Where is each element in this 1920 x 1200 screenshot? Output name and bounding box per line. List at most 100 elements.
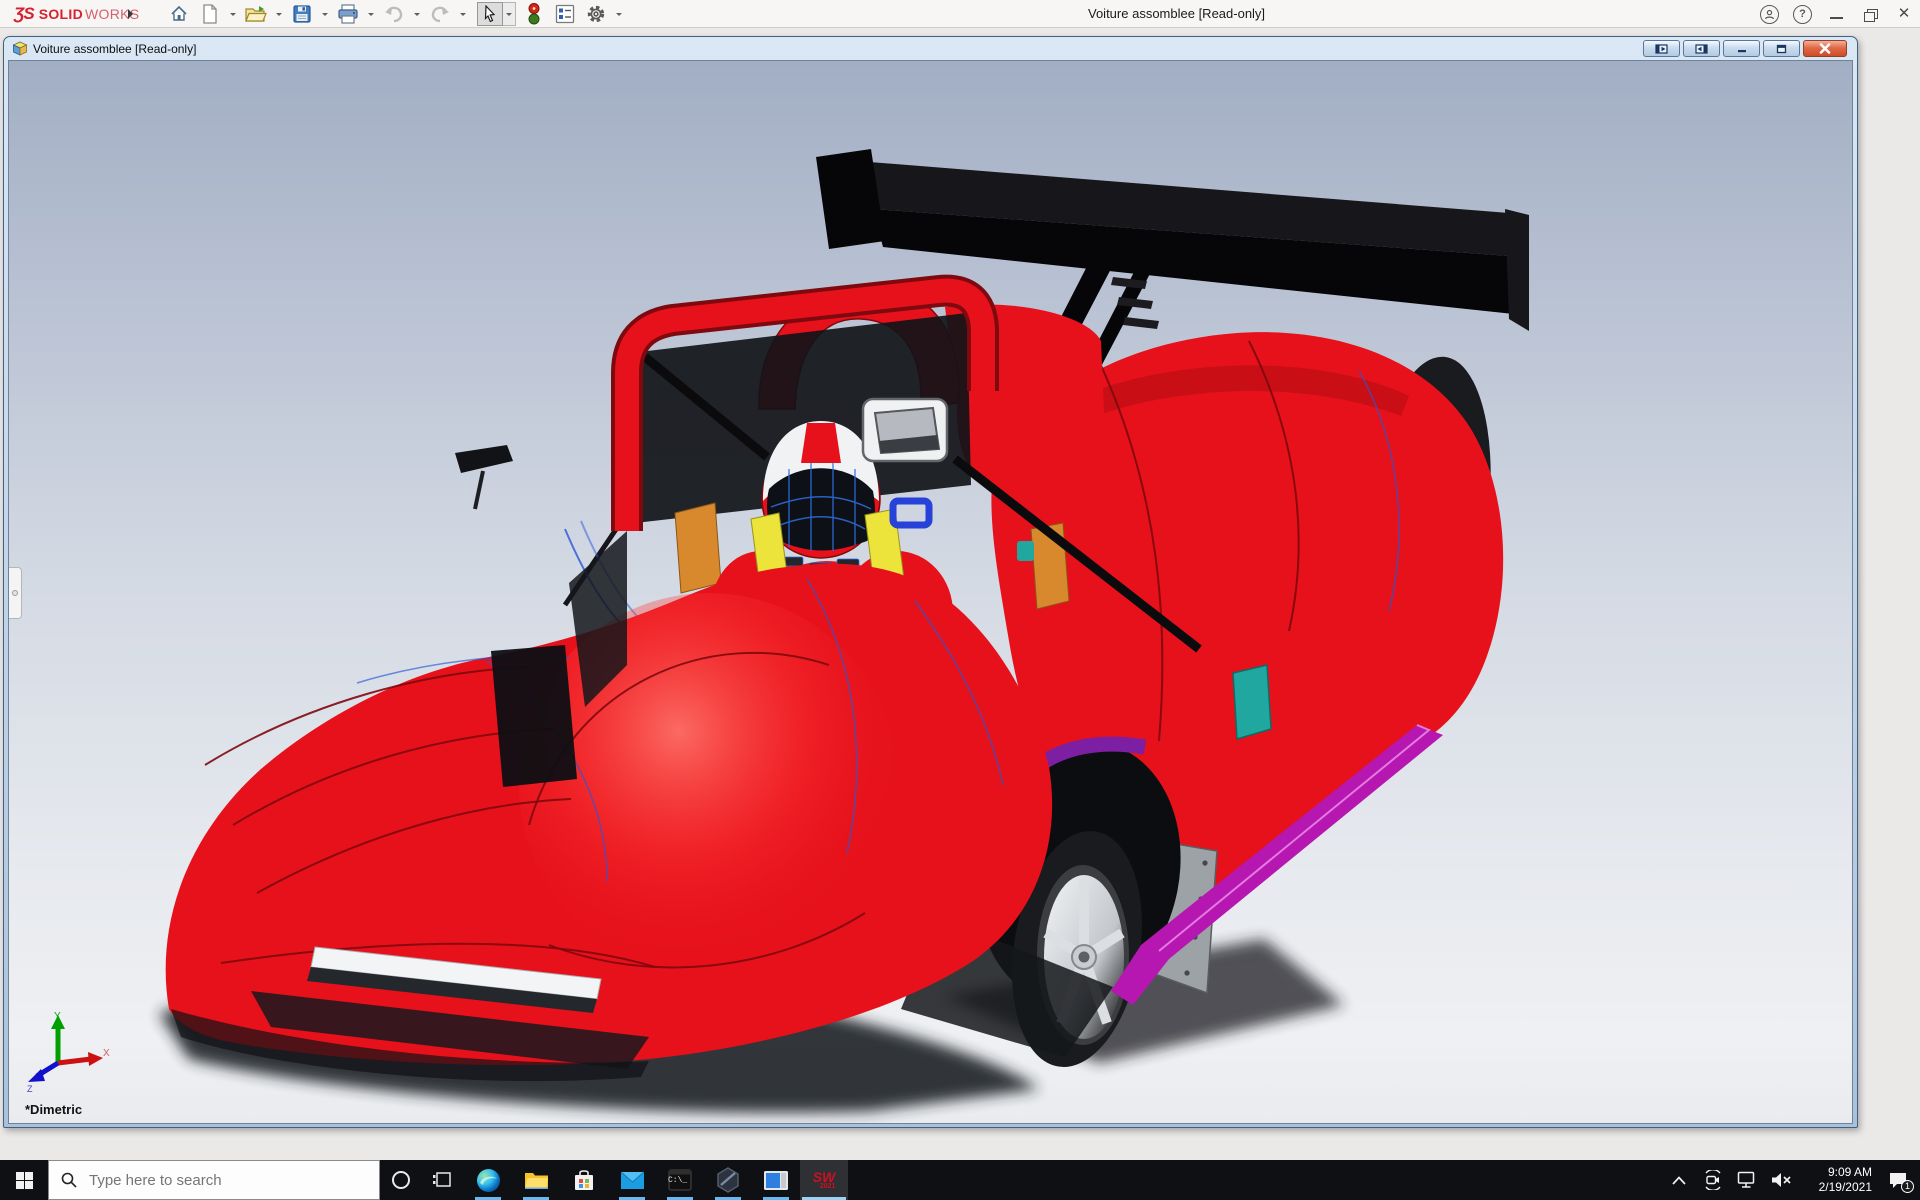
task-view-icon (433, 1171, 453, 1189)
rear-window-teal-panel (1233, 665, 1271, 739)
undo-button[interactable] (381, 2, 407, 26)
document-title-bar[interactable]: Voiture assomblee [Read-only] (4, 37, 1857, 60)
help-icon[interactable]: ? (1793, 5, 1812, 24)
status-lights-icon (528, 3, 540, 25)
taskbar-app-edge[interactable] (464, 1160, 512, 1200)
hidden-icons-chevron[interactable] (1662, 1160, 1696, 1200)
mail-icon (620, 1171, 645, 1190)
app-restore-button[interactable] (1860, 2, 1880, 26)
settings-gear-icon (586, 4, 606, 24)
new-document-button[interactable] (197, 2, 223, 26)
open-button[interactable] (243, 2, 269, 26)
graphics-viewport[interactable]: Y X Z *Dimetric (8, 60, 1853, 1124)
properties-list-button[interactable] (552, 2, 578, 26)
redo-icon (429, 5, 451, 23)
new-document-dropdown[interactable] (228, 2, 238, 26)
triad-z-label: Z (27, 1084, 33, 1093)
settings-button[interactable] (583, 2, 609, 26)
app-close-button[interactable]: ✕ (1894, 2, 1914, 26)
network-button[interactable] (1730, 1160, 1764, 1200)
account-icon[interactable] (1760, 5, 1779, 24)
app-window-controls: ? ✕ (1760, 0, 1914, 28)
redo-dropdown[interactable] (458, 2, 468, 26)
file-explorer-icon (524, 1170, 549, 1191)
triad-x-label: X (103, 1048, 110, 1059)
volume-muted-icon (1770, 1171, 1792, 1189)
view-orientation-label: *Dimetric (25, 1102, 82, 1117)
menu-flyout-arrow-icon[interactable] (128, 9, 138, 19)
select-cursor-icon (482, 5, 498, 23)
save-dropdown[interactable] (320, 2, 330, 26)
rear-view-mirror[interactable] (863, 399, 947, 461)
car-assembly-model[interactable] (9, 61, 1852, 1123)
feature-manager-collapsed-tab[interactable] (9, 567, 22, 619)
doc-restore-icon (1776, 44, 1787, 54)
teal-vent (1017, 541, 1034, 561)
system-tray: 9:09 AM 2/19/2021 1 (1662, 1160, 1920, 1200)
taskbar-app-command-prompt[interactable]: C:\_ (656, 1160, 704, 1200)
taskbar-app-file-explorer[interactable] (512, 1160, 560, 1200)
volume-button[interactable] (1764, 1160, 1798, 1200)
undo-icon (383, 5, 405, 23)
meet-now-camera-icon (1703, 1170, 1723, 1190)
print-dropdown[interactable] (366, 2, 376, 26)
mdi-client-area: Voiture assomblee [Read-only] (0, 28, 1920, 1160)
print-button[interactable] (335, 2, 361, 26)
dock-right-icon (1695, 44, 1708, 54)
select-tool-dropdown[interactable] (503, 2, 516, 26)
harness-buckle (893, 501, 929, 525)
solidworks-taskbar-icon: SW (813, 1171, 836, 1183)
side-mirror-winglet (455, 445, 513, 473)
assembly-document-icon (12, 41, 28, 56)
taskbar-app-solidworks[interactable]: SW 2021 (800, 1160, 848, 1200)
undo-dropdown[interactable] (412, 2, 422, 26)
clock-date: 2/19/2021 (1804, 1180, 1872, 1195)
doc-restore-button[interactable] (1763, 40, 1800, 57)
solidworks-logo: ƷS SOLIDWORKS (14, 0, 139, 28)
taskbar-clock[interactable]: 9:09 AM 2/19/2021 (1798, 1164, 1876, 1196)
select-tool-group (477, 2, 516, 26)
select-tool-button[interactable] (477, 2, 503, 26)
person-glyph (1764, 9, 1775, 20)
app-title: Voiture assomblee [Read-only] (1088, 0, 1265, 28)
network-ethernet-icon (1737, 1171, 1757, 1189)
save-button[interactable] (289, 2, 315, 26)
doc-minimize-button[interactable] (1723, 40, 1760, 57)
dock-pane-left-button[interactable] (1643, 40, 1680, 57)
taskbar-app-hexagon[interactable] (704, 1160, 752, 1200)
app-minimize-button[interactable] (1826, 2, 1846, 26)
new-document-icon (201, 4, 219, 24)
task-view-button[interactable] (422, 1160, 464, 1200)
open-dropdown[interactable] (274, 2, 284, 26)
notification-badge: 1 (1901, 1180, 1914, 1193)
meet-now-button[interactable] (1696, 1160, 1730, 1200)
close-icon: ✕ (1898, 0, 1911, 28)
document-window-controls (1643, 40, 1847, 57)
taskbar-search[interactable] (48, 1160, 380, 1200)
action-center-button[interactable]: 1 (1876, 1160, 1920, 1200)
doc-minimize-icon (1737, 44, 1747, 53)
cmd-label: C:\_ (668, 1176, 687, 1185)
settings-dropdown[interactable] (614, 2, 624, 26)
redo-button[interactable] (427, 2, 453, 26)
sidepod-intake (491, 645, 577, 787)
start-button[interactable] (0, 1160, 48, 1200)
hood-dome-highlight (519, 593, 899, 977)
home-button[interactable] (166, 2, 192, 26)
taskbar-app-mail[interactable] (608, 1160, 656, 1200)
windows-logo-icon (16, 1172, 33, 1189)
save-icon (292, 4, 312, 24)
ds-mark-icon: ƷS (14, 4, 34, 24)
helmet-visor (767, 468, 875, 550)
search-input[interactable] (87, 1171, 337, 1190)
status-lights-button[interactable] (521, 2, 547, 26)
taskbar-app-display[interactable] (752, 1160, 800, 1200)
main-toolbar (166, 0, 624, 28)
open-folder-icon (245, 4, 267, 24)
taskbar-app-store[interactable] (560, 1160, 608, 1200)
home-icon (169, 4, 189, 24)
dock-pane-right-button[interactable] (1683, 40, 1720, 57)
search-icon (61, 1172, 77, 1188)
cortana-button[interactable] (380, 1160, 422, 1200)
doc-close-button[interactable] (1803, 40, 1847, 57)
